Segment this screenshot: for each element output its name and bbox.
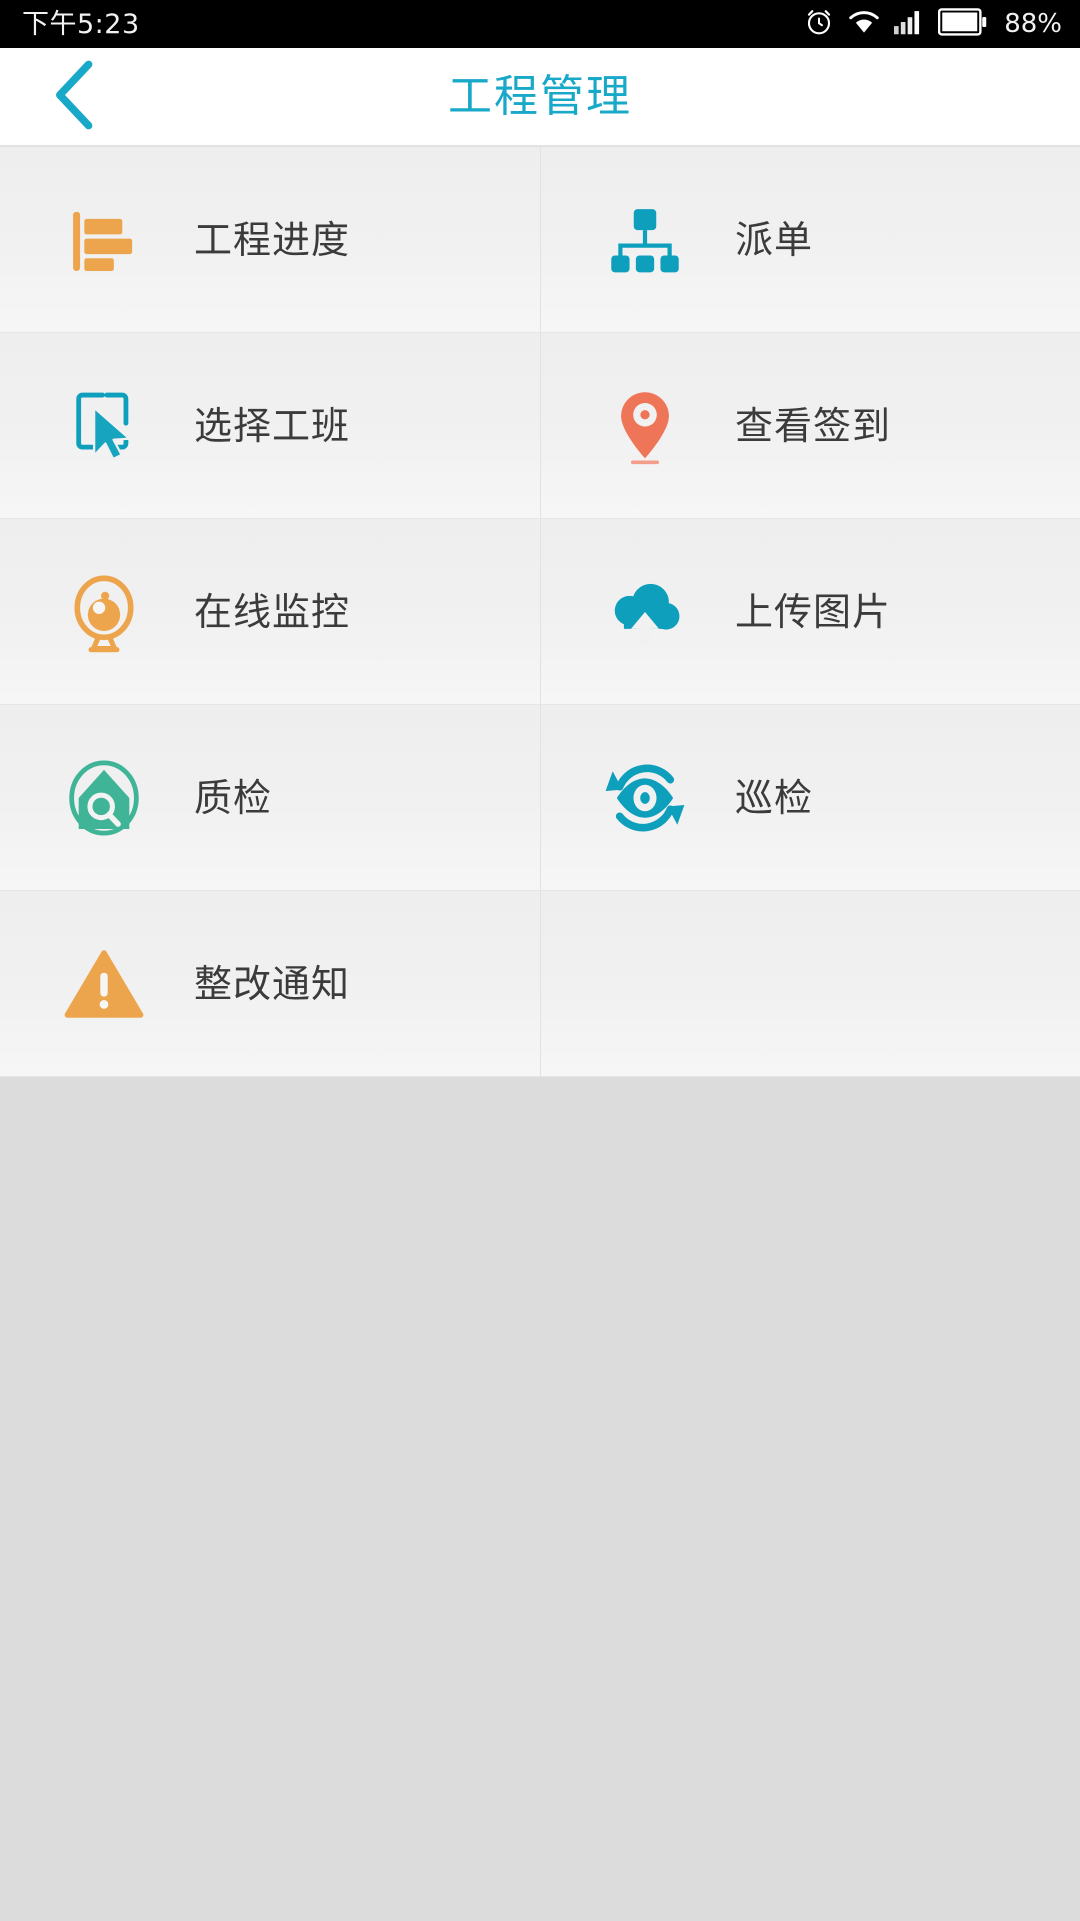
wifi-icon [848,8,880,41]
menu-item-label: 质检 [194,775,273,820]
status-time: 下午5:23 [22,8,140,40]
menu-item-label: 派单 [735,217,814,262]
signal-icon [894,9,924,40]
battery-percent: 88% [1004,9,1062,39]
app-header: 工程管理 [0,48,1080,146]
status-bar: 下午5:23 88% [0,0,1080,48]
menu-item-label: 工程进度 [194,217,351,262]
chevron-left-icon [49,59,103,136]
menu-item-project-progress[interactable]: 工程进度 [0,147,540,333]
page-title: 工程管理 [448,70,632,122]
menu-item-patrol-inspection[interactable]: 巡检 [540,705,1080,891]
menu-item-online-monitoring[interactable]: 在线监控 [0,519,540,705]
empty-icon-slot [597,936,693,1032]
eye-refresh-icon [597,750,693,846]
status-indicators: 88% [804,7,1062,42]
menu-item-upload-photo[interactable]: 上传图片 [540,519,1080,705]
battery-icon [938,7,988,41]
cloud-upload-icon [597,564,693,660]
house-inspect-icon [56,750,152,846]
cursor-select-icon [56,378,152,474]
menu-item-dispatch[interactable]: 派单 [540,147,1080,333]
map-pin-icon [597,378,693,474]
alarm-icon [804,7,834,42]
bar-chart-icon [56,192,152,288]
menu-item-label: 查看签到 [735,403,892,448]
menu-item-rectification-notice[interactable]: 整改通知 [0,891,540,1077]
menu-item-label: 上传图片 [735,589,892,634]
camera-icon [56,564,152,660]
menu-item-label: 巡检 [735,775,814,820]
menu-item-view-checkin[interactable]: 查看签到 [540,333,1080,519]
back-button[interactable] [28,48,124,146]
menu-item-empty [540,891,1080,1077]
org-chart-icon [597,192,693,288]
menu-item-label: 选择工班 [194,403,351,448]
menu-item-label: 整改通知 [194,961,351,1006]
menu-grid: 工程进度 派单 选择工班 查看签到 在线监控 上传图片 质检 巡检 整改通知 [0,146,1080,1077]
menu-item-label: 在线监控 [194,589,351,634]
warning-triangle-icon [56,936,152,1032]
menu-item-quality-inspection[interactable]: 质检 [0,705,540,891]
menu-item-select-team[interactable]: 选择工班 [0,333,540,519]
page-empty-area [0,1077,1080,1921]
